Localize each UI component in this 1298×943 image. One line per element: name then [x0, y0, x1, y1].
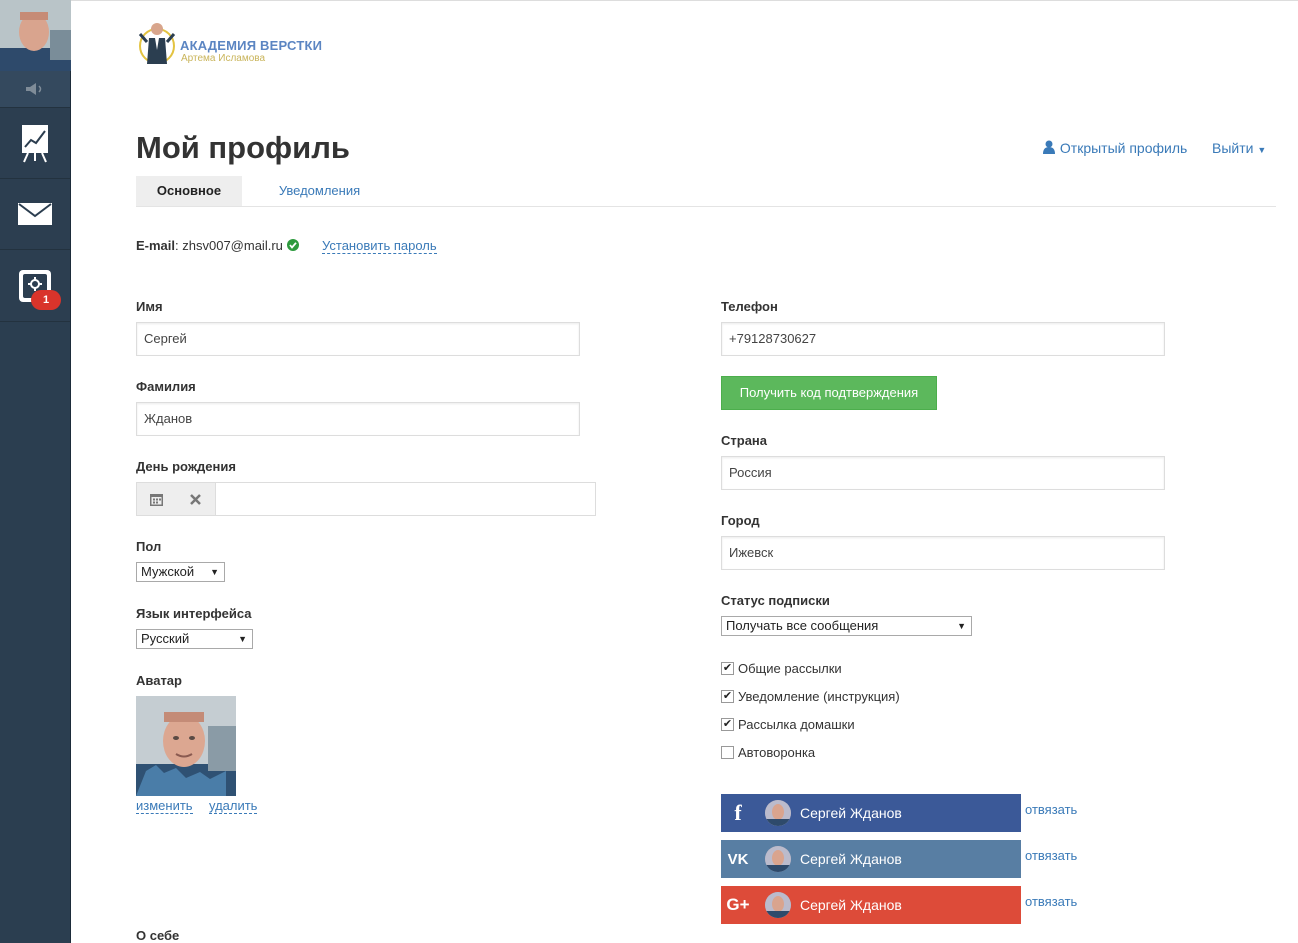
checkbox-autofunnel[interactable]: Автоворонка — [721, 745, 815, 760]
avatar-label: Аватар — [136, 673, 182, 688]
open-profile-link[interactable]: Открытый профиль — [1042, 140, 1187, 156]
sidebar: 1 — [0, 0, 71, 943]
checkbox-label: Общие рассылки — [738, 661, 842, 676]
checkbox-label: Автоворонка — [738, 745, 816, 760]
checkbox-label: Рассылка домашки — [738, 717, 855, 732]
logo[interactable] — [138, 20, 176, 70]
last-name-label: Фамилия — [136, 379, 196, 394]
gender-label: Пол — [136, 539, 162, 554]
sidebar-item-settings[interactable] — [0, 250, 70, 322]
notification-badge: 1 — [31, 290, 61, 310]
facebook-icon: f — [734, 800, 742, 825]
last-name-input[interactable]: Жданов — [136, 402, 580, 436]
birthday-input[interactable] — [217, 483, 595, 515]
set-password-link[interactable]: Установить пароль — [322, 238, 437, 254]
sound-icon[interactable] — [0, 71, 70, 108]
checkbox[interactable] — [721, 746, 734, 759]
vk-icon: VK — [727, 850, 749, 868]
country-label: Страна — [721, 433, 768, 448]
close-icon — [190, 493, 201, 505]
unlink-facebook[interactable]: отвязать — [1025, 802, 1077, 817]
subscription-label: Статус подписки — [721, 593, 830, 608]
checkbox-label: Уведомление (инструкция) — [738, 689, 900, 704]
language-select[interactable]: Русский ▼ — [136, 629, 253, 649]
open-profile-label: Открытый профиль — [1059, 140, 1188, 156]
social-name: Сергей Жданов — [800, 897, 902, 913]
checkbox-notification[interactable]: ✔ Уведомление (инструкция) — [721, 689, 900, 704]
social-name: Сергей Жданов — [800, 805, 902, 821]
checkbox-homework[interactable]: ✔ Рассылка домашки — [721, 717, 855, 732]
birthday-field — [136, 482, 596, 516]
language-value: Русский — [141, 631, 190, 646]
avatar-delete-link[interactable]: удалить — [209, 798, 258, 814]
dropdown-arrow-icon: ▼ — [210, 567, 219, 577]
language-label: Язык интерфейса — [136, 606, 252, 621]
checkbox[interactable]: ✔ — [721, 662, 734, 675]
logo-title: АКАДЕМИЯ ВЕРСТКИ — [180, 38, 323, 53]
subscription-select[interactable]: Получать все сообщения ▼ — [721, 616, 972, 636]
first-name-label: Имя — [136, 299, 163, 314]
social-google-plus[interactable]: G+ Сергей Жданов — [721, 886, 1021, 924]
avatar-image — [136, 696, 236, 796]
verified-check-icon — [286, 239, 299, 251]
user-icon — [1043, 140, 1055, 154]
logout-label: Выйти — [1212, 140, 1254, 156]
about-label: О себе — [136, 928, 180, 943]
avatar-change-link[interactable]: изменить — [136, 798, 193, 814]
social-avatar — [765, 846, 791, 872]
social-name: Сергей Жданов — [800, 851, 902, 867]
social-avatar — [765, 800, 791, 826]
chart-icon — [22, 125, 48, 163]
tab-main[interactable]: Основное — [136, 176, 242, 206]
caret-down-icon: ▼ — [1257, 145, 1267, 155]
social-avatar — [765, 892, 791, 918]
tab-notifications[interactable]: Уведомления — [262, 176, 377, 206]
email-row: E-mail: zhsv007@mail.ru — [136, 238, 299, 253]
gender-value: Мужской — [141, 564, 195, 579]
unlink-google-plus[interactable]: отвязать — [1025, 894, 1077, 909]
sidebar-item-stats[interactable] — [0, 108, 70, 179]
page-title: Мой профиль — [136, 130, 350, 165]
tabs: Основное Уведомления — [136, 176, 1276, 207]
social-facebook[interactable]: f Сергей Жданов — [721, 794, 1021, 832]
calendar-icon — [150, 493, 163, 506]
first-name-input[interactable]: Сергей — [136, 322, 580, 356]
dropdown-arrow-icon: ▼ — [238, 634, 247, 644]
checkbox-general-mailings[interactable]: ✔ Общие рассылки — [721, 661, 842, 676]
google-plus-icon: G+ — [726, 895, 750, 914]
phone-input[interactable]: +79128730627 — [721, 322, 1165, 356]
sidebar-item-messages[interactable] — [0, 179, 70, 250]
unlink-vk[interactable]: отвязать — [1025, 848, 1077, 863]
checkbox[interactable]: ✔ — [721, 690, 734, 703]
email-value: zhsv007@mail.ru — [182, 238, 283, 253]
calendar-button[interactable] — [137, 483, 177, 515]
logout-dropdown[interactable]: Выйти ▼ — [1212, 140, 1266, 156]
city-input[interactable]: Ижевск — [721, 536, 1165, 570]
social-vk[interactable]: VK Сергей Жданов — [721, 840, 1021, 878]
email-label: E-mail — [136, 238, 176, 253]
clear-date-button[interactable] — [176, 483, 216, 515]
top-border — [71, 0, 1298, 1]
country-input[interactable]: Россия — [721, 456, 1165, 490]
subscription-value: Получать все сообщения — [726, 618, 879, 633]
phone-label: Телефон — [721, 299, 778, 314]
sidebar-avatar[interactable] — [0, 0, 71, 71]
checkbox[interactable]: ✔ — [721, 718, 734, 731]
gender-select[interactable]: Мужской ▼ — [136, 562, 225, 582]
dropdown-arrow-icon: ▼ — [957, 621, 966, 631]
city-label: Город — [721, 513, 760, 528]
get-code-button[interactable]: Получить код подтверждения — [721, 376, 937, 410]
birthday-label: День рождения — [136, 459, 236, 474]
mail-icon — [18, 203, 52, 225]
logo-subtitle: Артема Исламова — [181, 53, 266, 64]
